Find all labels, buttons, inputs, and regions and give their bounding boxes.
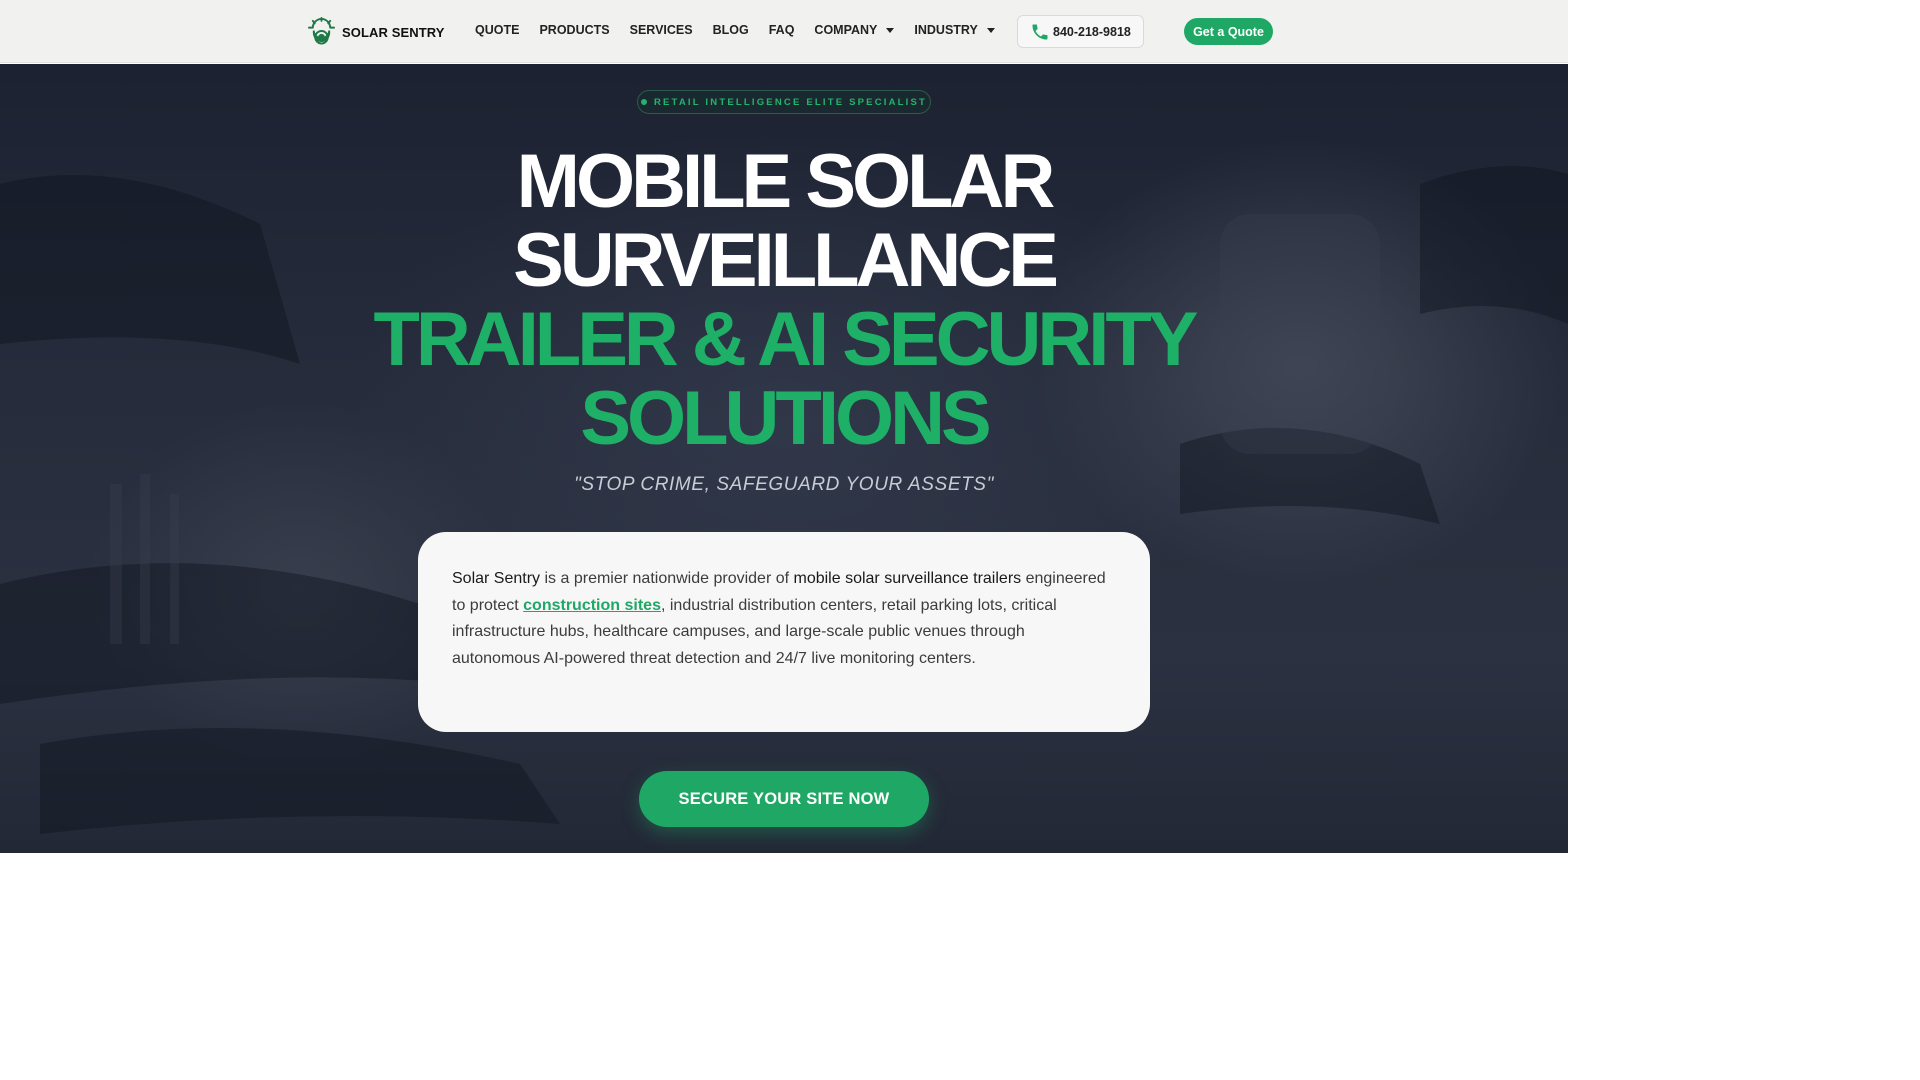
intro-card: Solar Sentry is a premier nationwide pro… [418,532,1150,732]
nav-item-services[interactable]: SERVICES [630,23,693,37]
intro-text: is a premier nationwide provider of [540,570,794,587]
chevron-down-icon [986,27,995,33]
hero-title-line-1: MOBILE SOLAR [516,139,1056,224]
highlight-text: mobile solar surveillance trailers [793,570,1022,587]
nav-label: PRODUCTS [539,23,610,37]
brand-logo[interactable]: SOLAR SENTRY [308,17,445,46]
nav-item-blog[interactable]: BLOG [713,23,749,37]
badge-dot [640,99,647,105]
get-a-quote-button[interactable]: Get a Quote [1184,18,1273,45]
site-header: SOLAR SENTRY QUOTE PRODUCTS SERVICES BLO… [0,0,1568,63]
specialist-badge: RETAIL INTELLIGENCE ELITE SPECIALIST [637,90,931,114]
hero-tagline: "STOP CRIME, SAFEGUARD YOUR ASSETS" [574,474,994,495]
nav-label: INDUSTRY [914,23,978,37]
nav-item-faq[interactable]: FAQ [769,23,795,37]
nav-label: QUOTE [475,23,520,37]
nav-label: SERVICES [629,23,693,37]
nav-label: COMPANY [814,23,878,37]
phone-link[interactable]: 840-218-9818 [1017,15,1144,48]
construction-sites-link[interactable]: construction sites [523,597,661,614]
hero-section: RETAIL INTELLIGENCE ELITE SPECIALIST MOB… [0,64,1568,853]
phone-icon [1032,24,1048,39]
solar-sentry-logo-icon [308,17,335,45]
nav-label: FAQ [768,23,795,37]
intro-paragraph: Solar Sentry is a premier nationwide pro… [452,566,1116,672]
hero-title-line-4: SOLUTIONS [580,376,991,461]
hero-title-line-2: SURVEILLANCE [513,218,1059,303]
nav-label: BLOG [712,23,749,37]
phone-number: 840-218-9818 [1053,24,1131,39]
nav-item-quote[interactable]: QUOTE [475,23,519,37]
secure-your-site-button[interactable]: SECURE YOUR SITE NOW [639,771,929,827]
nav-item-company[interactable]: COMPANY [814,23,895,37]
nav-item-industry[interactable]: INDUSTRY [914,23,995,37]
main-nav: QUOTE PRODUCTS SERVICES BLOG FAQ COMPANY… [475,23,1015,37]
brand-mention: Solar Sentry [452,570,541,587]
hero-title-line-3: TRAILER & AI SECURITY [373,297,1199,382]
badge-label: RETAIL INTELLIGENCE ELITE SPECIALIST [653,96,928,108]
brand-name: SOLAR SENTRY [342,25,445,40]
nav-item-products[interactable]: PRODUCTS [539,23,609,37]
chevron-down-icon [886,27,895,33]
